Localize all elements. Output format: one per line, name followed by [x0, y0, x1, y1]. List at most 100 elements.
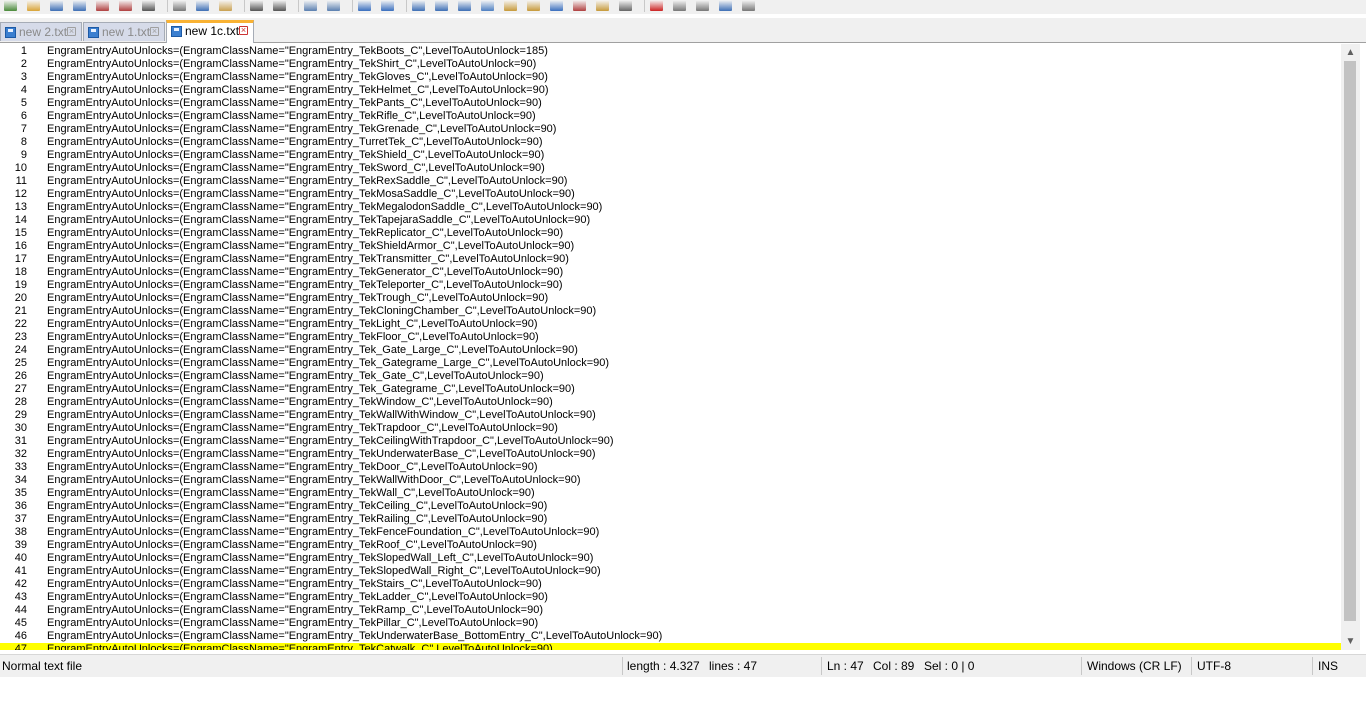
tab-new-2[interactable]: new 2.txt ×	[0, 22, 82, 41]
line-text[interactable]: EngramEntryAutoUnlocks=(EngramClassName=…	[47, 513, 547, 526]
line-text[interactable]: EngramEntryAutoUnlocks=(EngramClassName=…	[47, 526, 599, 539]
status-eol[interactable]: Windows (CR LF)	[1087, 659, 1182, 673]
scroll-up-icon[interactable]: ▲	[1341, 44, 1360, 61]
code-line[interactable]: 3 EngramEntryAutoUnlocks=(EngramClassName…	[0, 71, 1341, 84]
close-icon[interactable]: ×	[239, 26, 248, 35]
line-text[interactable]: EngramEntryAutoUnlocks=(EngramClassName=…	[47, 461, 538, 474]
line-text[interactable]: EngramEntryAutoUnlocks=(EngramClassName=…	[47, 565, 601, 578]
line-text[interactable]: EngramEntryAutoUnlocks=(EngramClassName=…	[47, 266, 563, 279]
line-text[interactable]: EngramEntryAutoUnlocks=(EngramClassName=…	[47, 591, 548, 604]
close-icon[interactable]: ×	[67, 27, 76, 36]
code-line[interactable]: 15 EngramEntryAutoUnlocks=(EngramClassNam…	[0, 227, 1341, 240]
vertical-scrollbar[interactable]: ▲ ▼	[1341, 44, 1360, 650]
line-text[interactable]: EngramEntryAutoUnlocks=(EngramClassName=…	[47, 318, 538, 331]
close-all-icon[interactable]	[119, 0, 132, 11]
code-line[interactable]: 38 EngramEntryAutoUnlocks=(EngramClassNam…	[0, 526, 1341, 539]
code-line[interactable]: 5 EngramEntryAutoUnlocks=(EngramClassName…	[0, 97, 1341, 110]
line-text[interactable]: EngramEntryAutoUnlocks=(EngramClassName=…	[47, 110, 536, 123]
code-line[interactable]: 43 EngramEntryAutoUnlocks=(EngramClassNam…	[0, 591, 1341, 604]
code-line[interactable]: 44 EngramEntryAutoUnlocks=(EngramClassNam…	[0, 604, 1341, 617]
code-line[interactable]: 33 EngramEntryAutoUnlocks=(EngramClassNam…	[0, 461, 1341, 474]
sync-vertical-icon[interactable]	[412, 0, 425, 11]
code-line[interactable]: 2 EngramEntryAutoUnlocks=(EngramClassName…	[0, 58, 1341, 71]
line-text[interactable]: EngramEntryAutoUnlocks=(EngramClassName=…	[47, 500, 547, 513]
cut-icon[interactable]	[173, 0, 186, 11]
line-text[interactable]: EngramEntryAutoUnlocks=(EngramClassName=…	[47, 487, 535, 500]
copy-icon[interactable]	[196, 0, 209, 11]
function-list-icon[interactable]	[573, 0, 586, 11]
paste-icon[interactable]	[219, 0, 232, 11]
record-macro-icon[interactable]	[650, 0, 663, 11]
code-line[interactable]: 42 EngramEntryAutoUnlocks=(EngramClassNam…	[0, 578, 1341, 591]
code-line[interactable]: 45 EngramEntryAutoUnlocks=(EngramClassNam…	[0, 617, 1341, 630]
scroll-down-icon[interactable]: ▼	[1341, 633, 1360, 650]
code-line[interactable]: 37 EngramEntryAutoUnlocks=(EngramClassNam…	[0, 513, 1341, 526]
code-line[interactable]: 11 EngramEntryAutoUnlocks=(EngramClassNam…	[0, 175, 1341, 188]
new-file-icon[interactable]	[4, 0, 17, 11]
line-text[interactable]: EngramEntryAutoUnlocks=(EngramClassName=…	[47, 630, 662, 643]
line-text[interactable]: EngramEntryAutoUnlocks=(EngramClassName=…	[47, 71, 548, 84]
line-text[interactable]: EngramEntryAutoUnlocks=(EngramClassName=…	[47, 422, 558, 435]
current-line[interactable]: 47 EngramEntryAutoUnlocks=(EngramClassNam…	[0, 643, 1341, 650]
sync-horizontal-icon[interactable]	[435, 0, 448, 11]
stop-macro-icon[interactable]	[673, 0, 686, 11]
line-text[interactable]: EngramEntryAutoUnlocks=(EngramClassName=…	[47, 370, 544, 383]
line-text[interactable]: EngramEntryAutoUnlocks=(EngramClassName=…	[47, 201, 602, 214]
line-text[interactable]: EngramEntryAutoUnlocks=(EngramClassName=…	[47, 175, 567, 188]
code-line[interactable]: 41 EngramEntryAutoUnlocks=(EngramClassNam…	[0, 565, 1341, 578]
line-text[interactable]: EngramEntryAutoUnlocks=(EngramClassName=…	[47, 58, 536, 71]
line-text[interactable]: EngramEntryAutoUnlocks=(EngramClassName=…	[47, 84, 549, 97]
open-file-icon[interactable]	[27, 0, 40, 11]
save-macro-icon[interactable]	[742, 0, 755, 11]
save-icon[interactable]	[50, 0, 63, 11]
line-text[interactable]: EngramEntryAutoUnlocks=(EngramClassName=…	[47, 149, 544, 162]
tab-new-1c[interactable]: new 1c.txt ×	[166, 20, 254, 43]
line-text[interactable]: EngramEntryAutoUnlocks=(EngramClassName=…	[47, 188, 575, 201]
code-line[interactable]: 39 EngramEntryAutoUnlocks=(EngramClassNam…	[0, 539, 1341, 552]
code-line[interactable]: 9 EngramEntryAutoUnlocks=(EngramClassName…	[0, 149, 1341, 162]
code-line[interactable]: 30 EngramEntryAutoUnlocks=(EngramClassNam…	[0, 422, 1341, 435]
code-line[interactable]: 24 EngramEntryAutoUnlocks=(EngramClassNam…	[0, 344, 1341, 357]
line-text[interactable]: EngramEntryAutoUnlocks=(EngramClassName=…	[47, 253, 569, 266]
line-text[interactable]: EngramEntryAutoUnlocks=(EngramClassName=…	[47, 162, 545, 175]
run-macro-multiple-icon[interactable]	[719, 0, 732, 11]
line-text[interactable]: EngramEntryAutoUnlocks=(EngramClassName=…	[47, 292, 548, 305]
code-line[interactable]: 6 EngramEntryAutoUnlocks=(EngramClassName…	[0, 110, 1341, 123]
scrollbar-thumb[interactable]	[1344, 61, 1356, 621]
code-line[interactable]: 4 EngramEntryAutoUnlocks=(EngramClassName…	[0, 84, 1341, 97]
find-icon[interactable]	[304, 0, 317, 11]
code-line[interactable]: 35 EngramEntryAutoUnlocks=(EngramClassNam…	[0, 487, 1341, 500]
line-text[interactable]: EngramEntryAutoUnlocks=(EngramClassName=…	[47, 409, 596, 422]
code-line[interactable]: 10 EngramEntryAutoUnlocks=(EngramClassNam…	[0, 162, 1341, 175]
line-text[interactable]: EngramEntryAutoUnlocks=(EngramClassName=…	[47, 305, 596, 318]
close-icon[interactable]: ×	[150, 27, 159, 36]
line-text[interactable]: EngramEntryAutoUnlocks=(EngramClassName=…	[47, 45, 548, 58]
text-editor[interactable]: 1 EngramEntryAutoUnlocks=(EngramClassName…	[0, 44, 1366, 650]
code-line[interactable]: 46 EngramEntryAutoUnlocks=(EngramClassNam…	[0, 630, 1341, 643]
line-text[interactable]: EngramEntryAutoUnlocks=(EngramClassName=…	[47, 357, 609, 370]
close-icon[interactable]	[96, 0, 109, 11]
save-all-icon[interactable]	[73, 0, 86, 11]
line-text[interactable]: EngramEntryAutoUnlocks=(EngramClassName=…	[47, 578, 542, 591]
zoom-in-icon[interactable]	[358, 0, 371, 11]
line-text[interactable]: EngramEntryAutoUnlocks=(EngramClassName=…	[47, 344, 578, 357]
code-line[interactable]: 28 EngramEntryAutoUnlocks=(EngramClassNam…	[0, 396, 1341, 409]
code-line[interactable]: 12 EngramEntryAutoUnlocks=(EngramClassNam…	[0, 188, 1341, 201]
code-line[interactable]: 21 EngramEntryAutoUnlocks=(EngramClassNam…	[0, 305, 1341, 318]
code-line[interactable]: 27 EngramEntryAutoUnlocks=(EngramClassNam…	[0, 383, 1341, 396]
tab-new-1[interactable]: new 1.txt ×	[83, 22, 165, 41]
line-text[interactable]: EngramEntryAutoUnlocks=(EngramClassName=…	[47, 604, 543, 617]
status-insert-mode[interactable]: INS	[1318, 659, 1338, 673]
line-text[interactable]: EngramEntryAutoUnlocks=(EngramClassName=…	[47, 474, 580, 487]
status-encoding[interactable]: UTF-8	[1197, 659, 1231, 673]
line-text[interactable]: EngramEntryAutoUnlocks=(EngramClassName=…	[47, 552, 593, 565]
code-line[interactable]: 32 EngramEntryAutoUnlocks=(EngramClassNam…	[0, 448, 1341, 461]
indent-guide-icon[interactable]	[504, 0, 517, 11]
code-line[interactable]: 31 EngramEntryAutoUnlocks=(EngramClassNam…	[0, 435, 1341, 448]
code-line[interactable]: 1 EngramEntryAutoUnlocks=(EngramClassName…	[0, 45, 1341, 58]
replace-icon[interactable]	[327, 0, 340, 11]
line-text[interactable]: EngramEntryAutoUnlocks=(EngramClassName=…	[47, 136, 543, 149]
udl-icon[interactable]	[527, 0, 540, 11]
line-text[interactable]: EngramEntryAutoUnlocks=(EngramClassName=…	[47, 448, 596, 461]
doc-map-icon[interactable]	[550, 0, 563, 11]
